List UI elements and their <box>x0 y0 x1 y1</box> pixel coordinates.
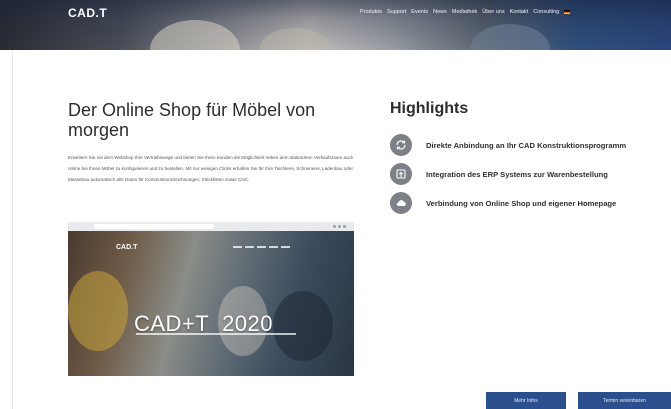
more-info-button[interactable]: Mehr Infos <box>486 392 566 409</box>
hero-decoration <box>470 24 550 50</box>
promo-photo: CAD.T CAD+T 2020 <box>68 231 354 376</box>
page-headline: Der Online Shop für Möbel von morgen <box>68 100 316 140</box>
promo-subtitle-line <box>136 333 296 335</box>
nav-link-consulting[interactable]: Consulting <box>533 9 559 15</box>
promo-logo: CAD.T <box>116 244 138 251</box>
nav-link-support[interactable]: Support <box>387 9 406 15</box>
site-logo[interactable]: CAD.T <box>68 6 107 20</box>
export-icon <box>390 163 412 185</box>
highlight-label: Verbindung von Online Shop und eigener H… <box>426 198 617 208</box>
promo-window-controls <box>333 225 346 228</box>
nav-links: Produkte Support Events News Mediathek Ü… <box>360 9 571 15</box>
book-appointment-button[interactable]: Termin vereinbaren <box>578 392 671 409</box>
cloud-icon <box>390 192 412 214</box>
promo-image[interactable]: CAD.T CAD+T 2020 <box>68 222 354 376</box>
promo-decoration <box>68 271 128 351</box>
top-navbar: CAD.T Produkte Support Events News Media… <box>0 0 671 26</box>
nav-link-kontakt[interactable]: Kontakt <box>510 9 529 15</box>
promo-decoration <box>273 291 333 361</box>
hero-banner: CAD.T Produkte Support Events News Media… <box>0 0 671 50</box>
highlight-item: Verbindung von Online Shop und eigener H… <box>390 192 616 214</box>
highlight-item: Integration des ERP Systems zur Warenbes… <box>390 163 608 185</box>
nav-link-ueber-uns[interactable]: Über uns <box>482 9 504 15</box>
nav-link-events[interactable]: Events <box>411 9 428 15</box>
highlights-title: Highlights <box>390 100 469 117</box>
sync-icon <box>390 134 412 156</box>
nav-link-mediathek[interactable]: Mediathek <box>452 9 477 15</box>
page-edge-divider <box>12 50 13 409</box>
promo-address-bar <box>94 224 214 229</box>
nav-link-news[interactable]: News <box>433 9 447 15</box>
hero-decoration <box>260 28 330 50</box>
promo-inner-nav <box>233 246 290 248</box>
highlight-label: Integration des ERP Systems zur Warenbes… <box>426 169 608 179</box>
highlight-label: Direkte Anbindung an Ihr CAD Konstruktio… <box>426 140 627 150</box>
german-flag-icon[interactable] <box>564 10 571 14</box>
promo-browser-bar <box>68 222 354 231</box>
nav-link-produkte[interactable]: Produkte <box>360 9 382 15</box>
intro-paragraph: Erweitern Sie mit dem Webshop Ihre Vertr… <box>68 155 354 182</box>
highlight-item: Direkte Anbindung an Ihr CAD Konstruktio… <box>390 134 626 156</box>
